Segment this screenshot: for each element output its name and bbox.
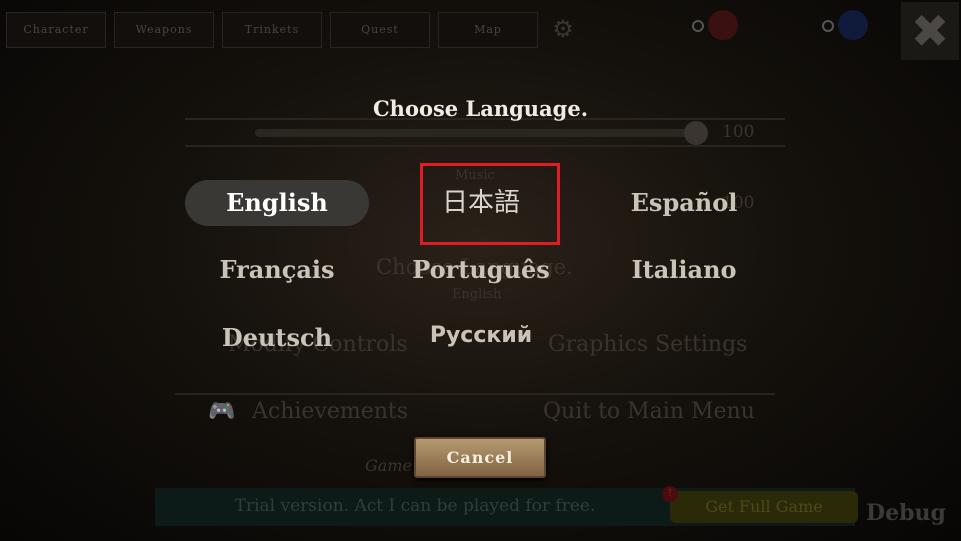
divider	[175, 393, 775, 395]
graphics-settings-button[interactable]: Graphics Settings	[548, 332, 747, 357]
quit-main-menu-button[interactable]: Quit to Main Menu	[543, 399, 755, 424]
volume-slider[interactable]	[255, 129, 695, 137]
language-spanish[interactable]: Español	[592, 180, 776, 226]
language-italian[interactable]: Italiano	[592, 247, 776, 293]
dialog-title: Choose Language.	[372, 96, 589, 121]
get-full-game-button[interactable]: Get Full Game	[670, 491, 858, 523]
highlight-box	[420, 163, 560, 245]
language-french[interactable]: Français	[185, 247, 369, 293]
language-portuguese[interactable]: Português	[389, 247, 573, 293]
tab-quest[interactable]: Quest	[330, 12, 430, 48]
gamepad-icon: 🎮	[208, 399, 236, 424]
achievements-button[interactable]: Achievements	[252, 399, 408, 424]
debug-label[interactable]: Debug	[866, 500, 946, 526]
resource-dot-icon	[692, 20, 704, 32]
volume-slider-handle[interactable]	[684, 121, 708, 145]
potion-icon	[708, 10, 738, 40]
tab-trinkets[interactable]: Trinkets	[222, 12, 322, 48]
close-icon[interactable]: ✖	[901, 2, 959, 60]
tab-weapons[interactable]: Weapons	[114, 12, 214, 48]
notification-badge: !	[662, 486, 678, 502]
tab-character[interactable]: Character	[6, 12, 106, 48]
language-german[interactable]: Deutsch	[185, 315, 369, 361]
orb-icon	[838, 10, 868, 40]
cancel-button[interactable]: Cancel	[414, 437, 546, 478]
language-english[interactable]: English	[185, 180, 369, 226]
volume-value: 100	[722, 122, 755, 142]
language-russian[interactable]: Русский	[389, 313, 573, 359]
gear-icon[interactable]: ⚙	[548, 14, 578, 44]
tab-map[interactable]: Map	[438, 12, 538, 48]
trial-text: Trial version. Act I can be played for f…	[234, 496, 596, 516]
resource-dot-icon	[822, 20, 834, 32]
divider	[185, 145, 785, 147]
